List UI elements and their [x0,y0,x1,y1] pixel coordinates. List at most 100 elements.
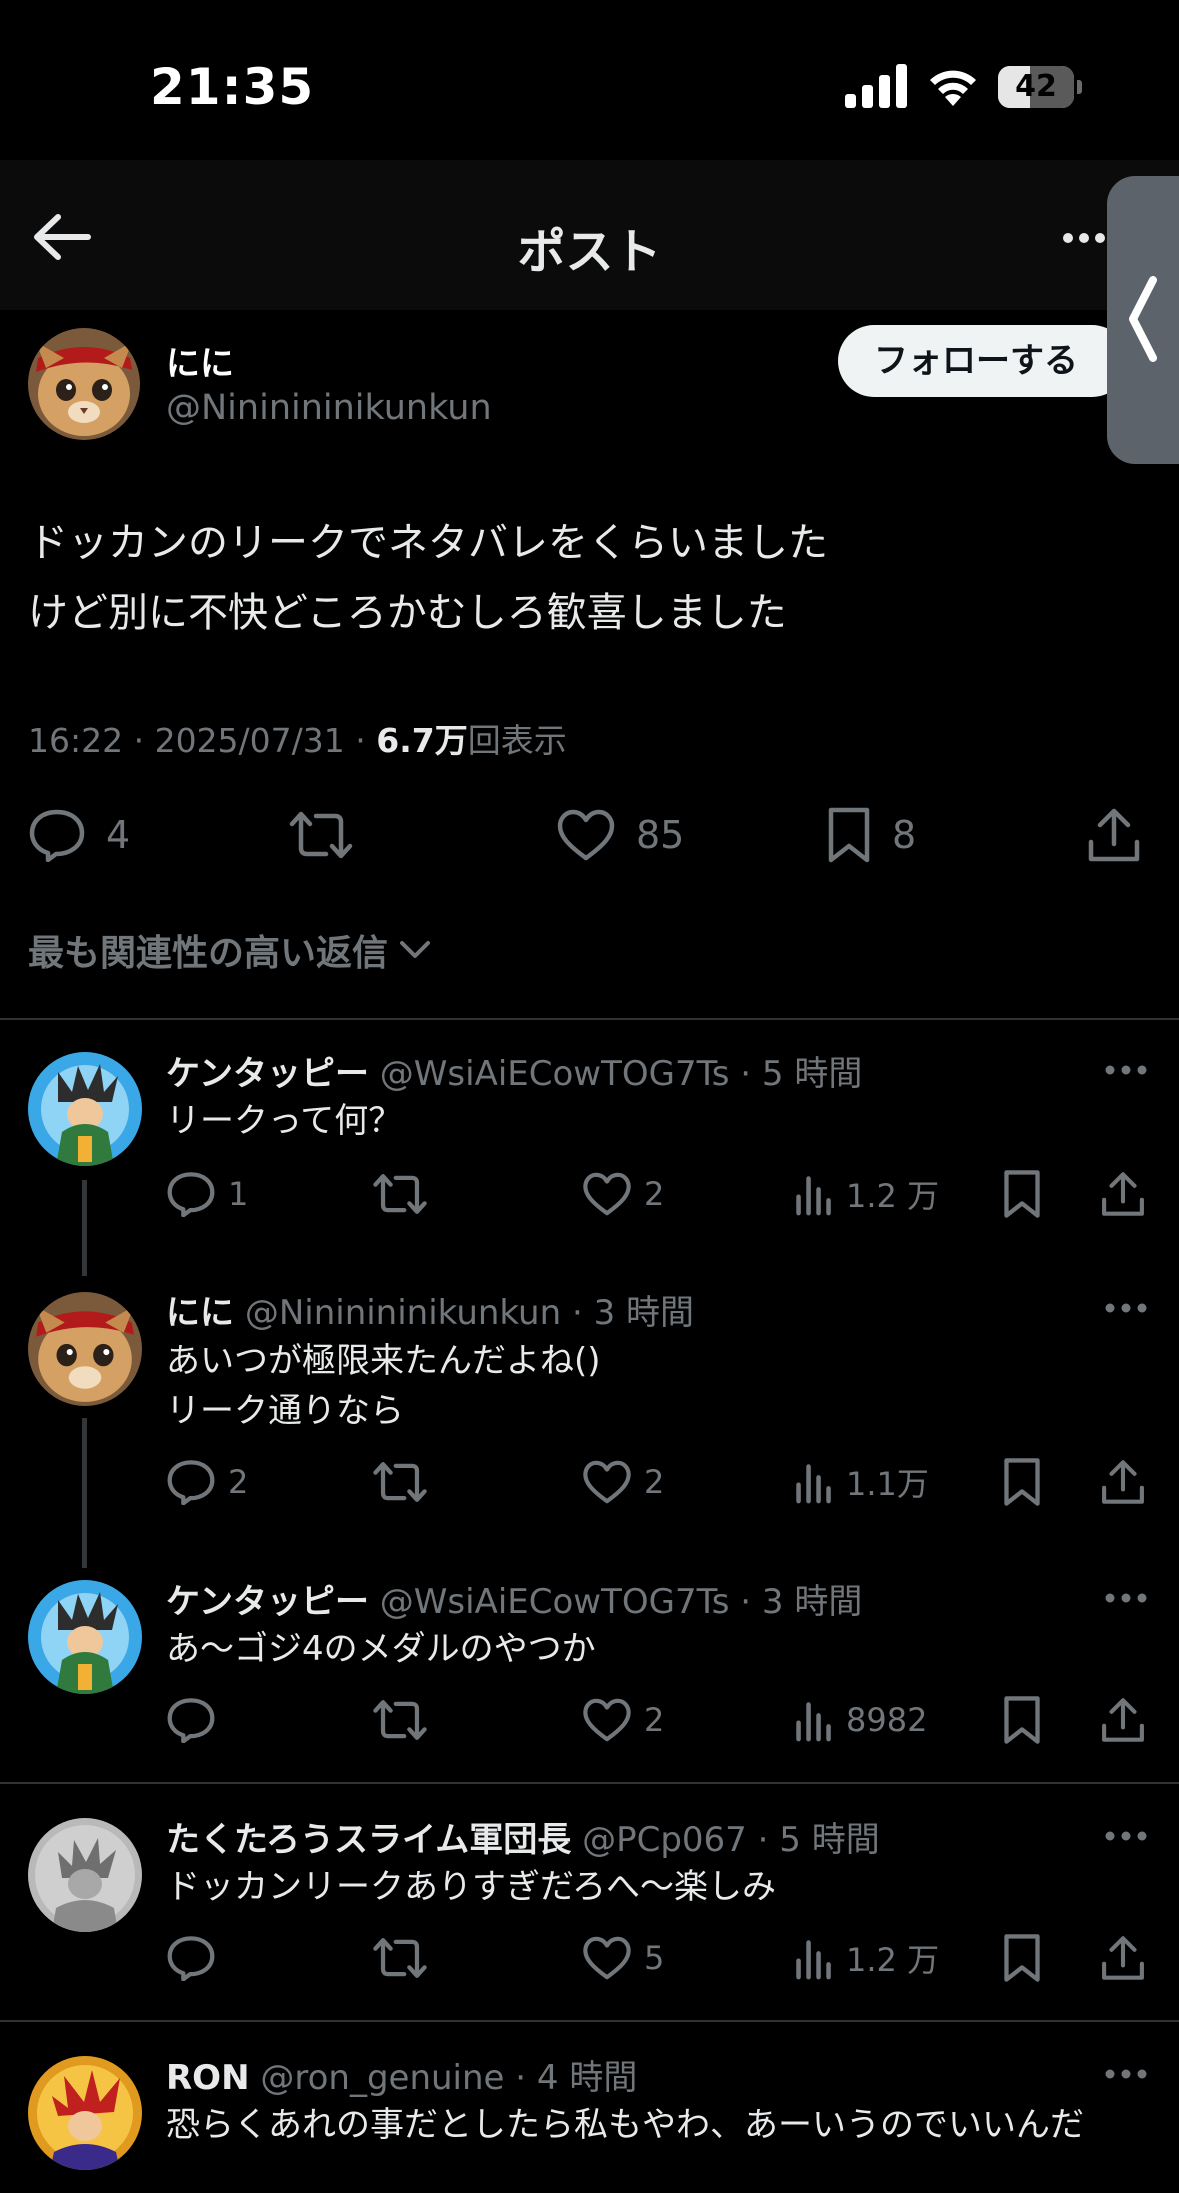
reply-icon [166,1935,216,1981]
post-timestamp[interactable]: 16:22 · 2025/07/31 · [28,721,376,760]
side-panel-handle[interactable] [1107,176,1179,464]
follow-button[interactable]: フォローする [838,325,1128,397]
reply-header: ケンタッピー @WsiAiECowTOG7Ts · 5 時間 [166,1046,862,1095]
battery-icon: 42 [998,66,1082,108]
reply-button[interactable] [166,1928,228,1988]
share-button[interactable] [1100,1164,1146,1224]
reply-header: にに @Nininininikunkun · 3 時間 [166,1285,694,1334]
thread-line [82,1418,87,1568]
repost-button[interactable] [372,1928,428,1988]
analytics-icon [794,1698,834,1742]
reply-author-name[interactable]: ケンタッピー [166,1582,369,1622]
share-icon [1100,1696,1146,1744]
thread-line [82,1180,87,1276]
repost-button[interactable] [372,1452,428,1512]
reply-icon [29,809,85,862]
like-button[interactable]: 5 [582,1928,664,1988]
bookmark-icon [828,807,870,863]
heart-icon [582,1935,632,1981]
reply-author-name[interactable]: たくたろうスライム軍団長 [166,1820,571,1860]
share-button[interactable] [1100,1928,1146,1988]
reply-sort-label: 最も関連性の高い返信 [28,933,389,974]
like-button[interactable]: 2 [582,1690,664,1750]
more-options-icon[interactable] [1104,1060,1148,1080]
bookmark-button[interactable] [1002,1164,1042,1224]
reply-time: · 3 時間 [561,1293,695,1333]
repost-button[interactable] [372,1690,428,1750]
like-button[interactable]: 2 [582,1452,664,1512]
author-handle[interactable]: @Nininininikunkun [166,388,492,428]
analytics-icon [794,1936,834,1980]
repost-button[interactable] [288,800,374,870]
share-button[interactable] [1100,1690,1146,1750]
more-options-icon[interactable] [1104,1826,1148,1846]
reply-avatar[interactable] [28,1052,142,1166]
reply-author-handle[interactable]: @PCp067 [582,1820,747,1860]
author-avatar[interactable] [28,328,140,440]
like-count: 5 [644,1939,665,1977]
reply-author-handle[interactable]: @ron_genuine [260,2058,504,2098]
reply-count: 1 [228,1175,249,1213]
share-button[interactable] [1100,1452,1146,1512]
share-button[interactable] [1086,800,1142,870]
reply-author-handle[interactable]: @WsiAiECowTOG7Ts [380,1054,730,1094]
reply-time: · 3 時間 [729,1582,863,1622]
bookmark-button[interactable] [1002,1452,1042,1512]
reply-author-name[interactable]: RON [166,2058,250,2098]
reply-avatar[interactable] [28,1292,142,1406]
divider [0,1782,1179,1784]
view-count: 1.2 万 [846,1177,940,1215]
more-horizontal-icon[interactable] [1062,218,1106,258]
wifi-icon [930,70,976,106]
more-options-icon[interactable] [1104,1298,1148,1318]
reply-button[interactable]: 1 [166,1164,248,1224]
more-options-icon[interactable] [1104,2064,1148,2084]
top-nav-bar: ポスト [0,160,1179,310]
bookmark-icon [1002,1933,1042,1983]
reply-avatar[interactable] [28,1818,142,1932]
views-button[interactable]: 1.2 万 [794,1164,939,1224]
bookmark-icon [1002,1169,1042,1219]
reply-count: 2 [228,1463,249,1501]
like-count: 2 [644,1701,665,1739]
reply-author-handle[interactable]: @WsiAiECowTOG7Ts [380,1582,730,1622]
reply-header: たくたろうスライム軍団長 @PCp067 · 5 時間 [166,1812,880,1861]
view-count: 1.2 万 [846,1941,940,1979]
repost-button[interactable] [372,1164,428,1224]
bookmark-button[interactable]: 8 [826,800,916,870]
bookmark-count: 8 [892,813,917,857]
reply-text-line: リーク通りなら [166,1391,404,1431]
post-view-count[interactable]: 6.7万 [376,721,467,760]
like-button[interactable]: 2 [582,1164,664,1224]
views-button[interactable]: 1.2 万 [794,1928,939,1988]
reply-header: RON @ron_genuine · 4 時間 [166,2050,637,2099]
bookmark-button[interactable] [1002,1690,1042,1750]
divider [0,1018,1179,1020]
like-button[interactable]: 85 [556,800,684,870]
reply-avatar[interactable] [28,1580,142,1694]
bookmark-icon [1002,1457,1042,1507]
analytics-icon [794,1460,834,1504]
like-count: 85 [636,813,685,857]
reply-text: リークって何？ [166,1096,402,1146]
views-button[interactable]: 1.1万 [794,1452,929,1512]
author-name[interactable]: にに [166,336,234,385]
repost-icon [372,1935,428,1981]
post-action-bar: 4 85 8 [0,800,1179,870]
reply-author-name[interactable]: にに [166,1293,234,1333]
repost-icon [372,1171,428,1217]
reply-button[interactable]: 4 [28,800,130,870]
reply-button[interactable]: 2 [166,1452,248,1512]
share-icon [1088,808,1140,862]
reply-author-handle[interactable]: @Nininininikunkun [245,1293,561,1333]
more-options-icon[interactable] [1104,1588,1148,1608]
post-body: ドッカンのリークでネタバレをくらいました けど別に不快どころかむしろ歓喜しました [28,508,828,648]
reply-button[interactable] [166,1690,228,1750]
reply-avatar[interactable] [28,2056,142,2170]
bookmark-button[interactable] [1002,1928,1042,1988]
views-button[interactable]: 8982 [794,1690,927,1750]
reply-author-name[interactable]: ケンタッピー [166,1054,369,1094]
chevron-left-icon [1129,276,1157,362]
reply-sort-selector[interactable]: 最も関連性の高い返信 [28,924,432,976]
reply-icon [166,1459,216,1505]
